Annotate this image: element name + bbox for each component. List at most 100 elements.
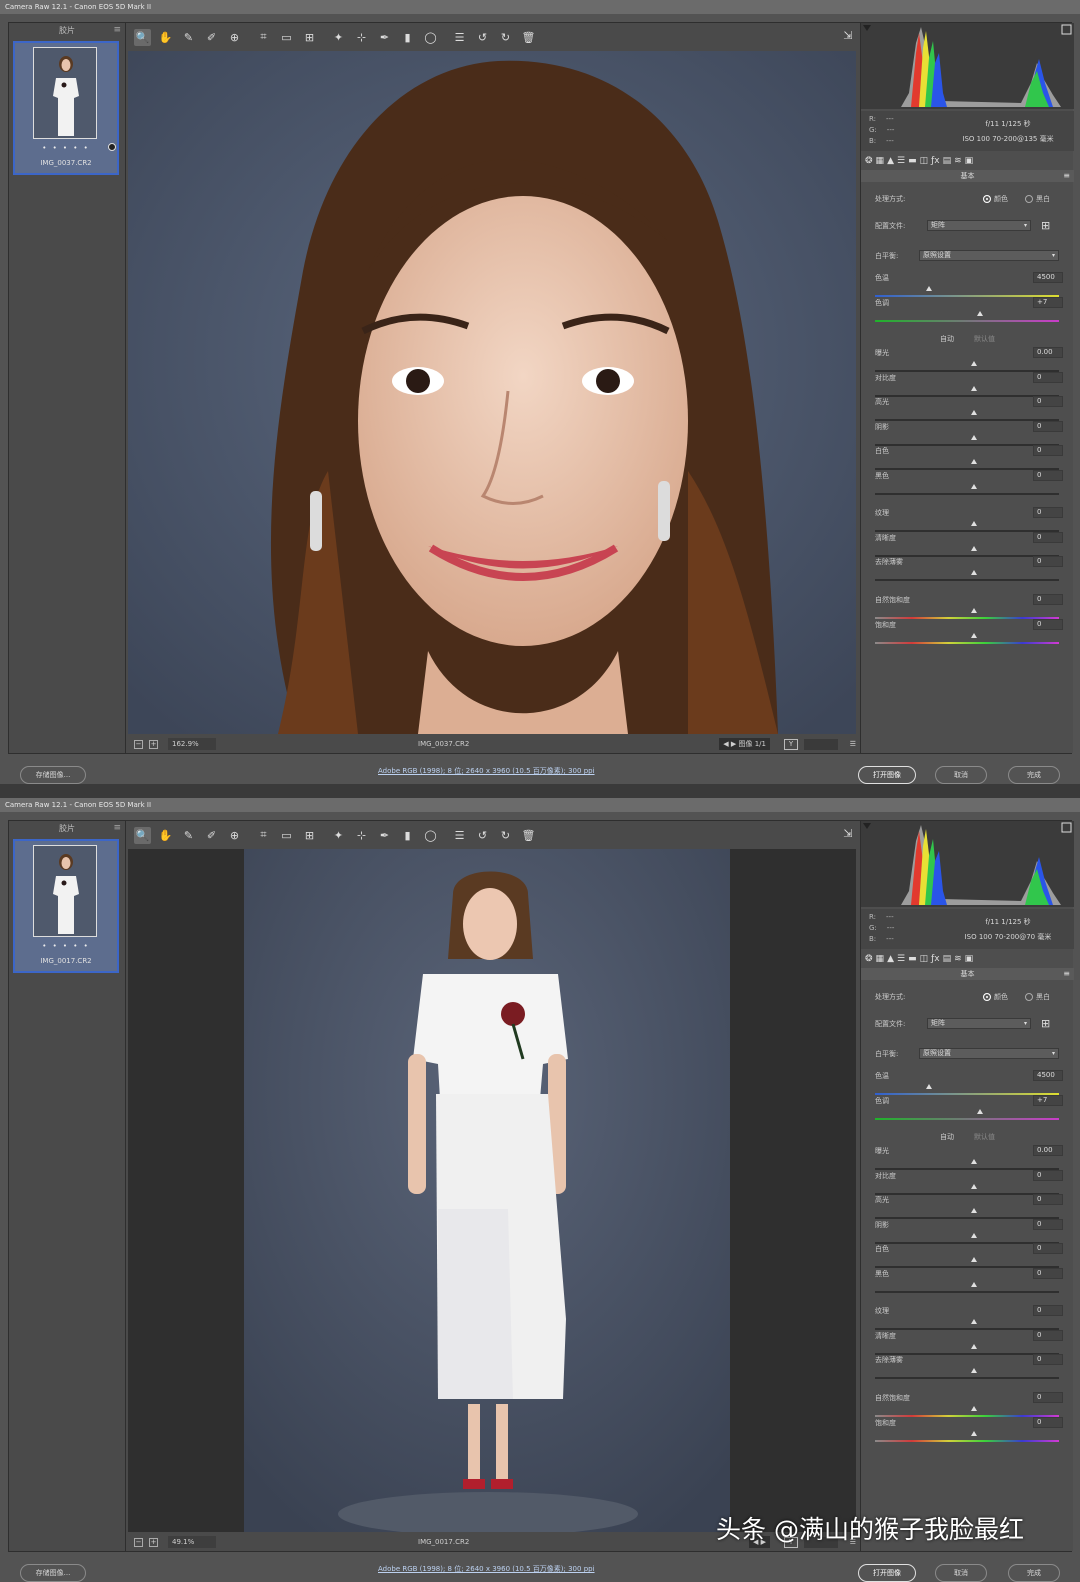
zoom-in-icon[interactable]: + [149,1537,158,1547]
temperature-track[interactable] [875,295,1059,297]
dehaze-track[interactable] [875,1377,1059,1379]
hand-tool-icon[interactable]: ✋ [157,827,174,844]
auto-button[interactable]: 自动 [940,1132,954,1142]
saturation-thumb[interactable] [971,632,977,638]
auto-button[interactable]: 自动 [940,334,954,344]
blacks-value-field[interactable]: 0 [1033,469,1063,481]
effects-tab-icon[interactable]: ƒx [931,954,940,964]
dehaze-thumb[interactable] [971,1368,977,1373]
before-after-icon[interactable]: Y [784,738,798,750]
saturation-track[interactable] [875,1439,1059,1442]
saturation-track[interactable] [875,641,1059,644]
graduated-filter-icon[interactable]: ▮ [399,29,416,46]
white-balance-tool-icon[interactable]: ✎ [180,827,197,844]
highlights-value-field[interactable]: 0 [1033,396,1063,407]
cancel-button[interactable]: 取消 [935,766,987,784]
hsl-tab-icon[interactable]: ☰ [897,954,905,964]
dehaze-track[interactable] [875,579,1059,581]
panel-menu-icon[interactable]: ≡ [1063,968,1070,980]
panel-menu-icon[interactable]: ≡ [1063,170,1070,182]
exposure-track[interactable] [875,370,1059,372]
transform-tool-icon[interactable]: ⊞ [301,29,318,46]
fullscreen-toggle-icon[interactable]: ⇲ [840,29,856,45]
rating-dots[interactable]: • • • • • [15,942,117,950]
vibrance-track[interactable] [875,617,1059,619]
exposure-thumb[interactable] [971,361,977,366]
rotate-left-icon[interactable]: ↺ [474,827,491,844]
adjustment-brush-icon[interactable]: ✒ [376,29,393,46]
highlights-track[interactable] [875,1217,1059,1219]
contrast-track[interactable] [875,1192,1059,1195]
tint-track[interactable] [875,320,1059,322]
rating-dots[interactable]: • • • • • [15,144,117,152]
default-button[interactable]: 默认值 [974,1132,995,1142]
target-adjust-icon[interactable]: ⊕ [226,827,243,844]
spot-removal-icon[interactable]: ✦ [330,29,347,46]
adjustment-brush-icon[interactable]: ✒ [376,827,393,844]
shadows-value-field[interactable]: 0 [1033,420,1063,432]
spot-removal-icon[interactable]: ✦ [330,827,347,844]
red-eye-icon[interactable]: ⊹ [353,29,370,46]
trash-icon[interactable]: 🗑 [520,29,537,46]
temperature-thumb[interactable] [926,286,932,291]
radio-unchecked-icon[interactable] [1025,993,1033,1001]
hand-tool-icon[interactable]: ✋ [157,29,174,46]
calibration-tab-icon[interactable]: ▤ [943,954,952,964]
vibrance-track[interactable] [875,1415,1059,1417]
treatment-color-option[interactable]: 颜色 [983,991,1008,1003]
shadows-thumb[interactable] [971,434,977,440]
exposure-value-field[interactable]: 0.00 [1033,1145,1063,1156]
vibrance-value-field[interactable]: 0 [1033,1392,1063,1403]
compare-toggle[interactable] [804,738,838,750]
shadows-value-field[interactable]: 0 [1033,1218,1063,1230]
crop-tool-icon[interactable]: ⌗ [255,29,272,46]
cancel-button[interactable]: 取消 [935,1564,987,1582]
color-sampler-icon[interactable]: ✐ [203,827,220,844]
done-button[interactable]: 完成 [1008,766,1060,784]
contrast-value-field[interactable]: 0 [1033,371,1063,383]
red-eye-icon[interactable]: ⊹ [353,827,370,844]
lens-tab-icon[interactable]: ◫ [920,954,929,964]
effects-tab-icon[interactable]: ƒx [931,156,940,166]
view-options-icon[interactable]: ☰ [850,740,856,748]
transform-tool-icon[interactable]: ⊞ [301,827,318,844]
tint-thumb[interactable] [977,1109,983,1114]
clarity-thumb[interactable] [971,1343,977,1349]
zoom-tool-icon[interactable]: 🔍 [134,28,151,46]
zoom-level-select[interactable]: 49.1% [168,1536,216,1548]
workflow-options-link[interactable]: Adobe RGB (1998); 8 位; 2640 x 3960 (10.5… [378,1564,595,1574]
blacks-track[interactable] [875,1290,1059,1293]
next-image-icon[interactable]: ▶ [731,740,739,748]
workflow-options-link[interactable]: Adobe RGB (1998); 8 位; 2640 x 3960 (10.5… [378,766,595,776]
saturation-thumb[interactable] [971,1430,977,1436]
treatment-bw-option[interactable]: 黑白 [1025,193,1050,205]
temperature-value-field[interactable]: 4500 [1033,272,1063,283]
profile-browser-icon[interactable]: ⊞ [1041,220,1055,232]
whites-thumb[interactable] [971,459,977,464]
radio-checked-icon[interactable] [983,993,991,1001]
tint-value-field[interactable]: +7 [1033,297,1063,308]
blacks-thumb[interactable] [971,483,977,489]
zoom-out-icon[interactable]: − [134,739,143,749]
crop-tool-icon[interactable]: ⌗ [255,827,272,844]
color-sampler-icon[interactable]: ✐ [203,29,220,46]
contrast-thumb[interactable] [971,385,977,391]
default-button[interactable]: 默认值 [974,334,995,344]
done-button[interactable]: 完成 [1008,1564,1060,1582]
basic-tab-icon[interactable]: ❂ [865,954,873,964]
tone-curve-tab-icon[interactable]: ▦ [876,156,885,166]
contrast-track[interactable] [875,394,1059,397]
exposure-track[interactable] [875,1168,1059,1170]
tint-thumb[interactable] [977,311,983,316]
save-image-button[interactable]: 存储图像... [20,766,86,784]
detail-tab-icon[interactable]: ▲ [887,954,894,964]
snapshots-tab-icon[interactable]: ▣ [965,954,974,964]
fullscreen-toggle-icon[interactable]: ⇲ [840,827,856,843]
straighten-tool-icon[interactable]: ▭ [278,29,295,46]
profile-browser-icon[interactable]: ⊞ [1041,1018,1055,1030]
saturation-value-field[interactable]: 0 [1033,618,1063,630]
whites-track[interactable] [875,468,1059,470]
presets-tab-icon[interactable]: ≋ [954,156,962,166]
target-adjust-icon[interactable]: ⊕ [226,29,243,46]
white-balance-tool-icon[interactable]: ✎ [180,29,197,46]
